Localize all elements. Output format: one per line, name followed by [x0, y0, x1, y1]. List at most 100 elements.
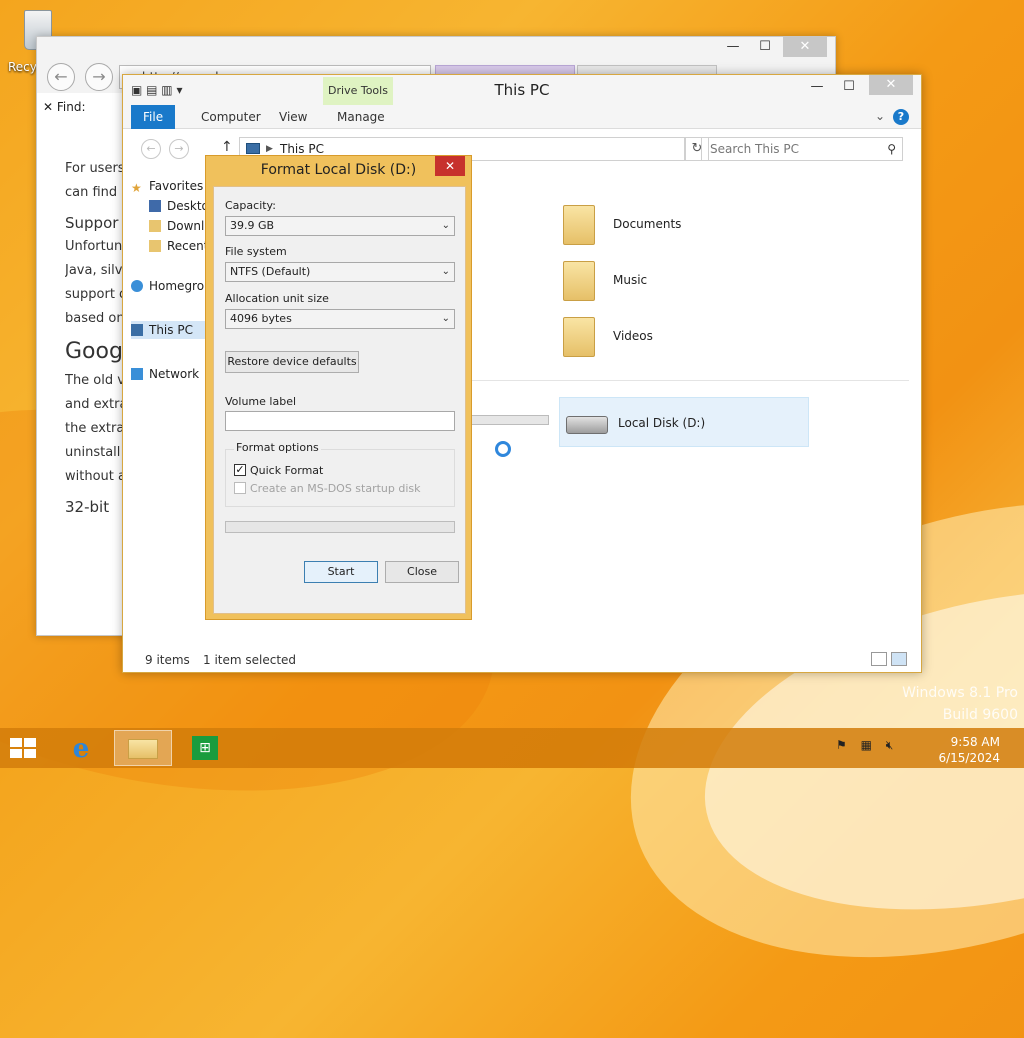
- dialog-titlebar: Format Local Disk (D:) ✕: [206, 156, 471, 184]
- format-progress-bar: [225, 521, 455, 533]
- windows-logo-icon: [10, 749, 22, 758]
- status-item-count: 9 items: [145, 653, 190, 667]
- tab-manage[interactable]: Manage: [325, 105, 397, 129]
- format-dialog[interactable]: Format Local Disk (D:) ✕ Capacity: 39.9 …: [205, 155, 472, 620]
- msdos-startup-checkbox[interactable]: [234, 482, 246, 494]
- system-tray: ⚑ ▦ 🔇︎: [836, 738, 916, 758]
- capacity-label: Capacity:: [225, 199, 276, 212]
- music-folder-icon: [563, 261, 595, 301]
- taskbar-file-explorer[interactable]: [114, 730, 172, 766]
- watermark-edition: Windows 8.1 Pro: [902, 685, 1018, 701]
- folder-videos[interactable]: Videos: [563, 313, 763, 363]
- network-icon: [131, 368, 143, 380]
- nav-label: This PC: [149, 323, 193, 337]
- back-button[interactable]: ←: [141, 139, 161, 159]
- ie-back-button[interactable]: ←: [47, 63, 75, 91]
- ie-find-close-icon[interactable]: ✕: [43, 100, 53, 114]
- computer-icon: [246, 143, 260, 154]
- taskbar-store[interactable]: ⊞: [176, 730, 234, 766]
- capacity-select[interactable]: 39.9 GB ⌄: [225, 216, 455, 236]
- chevron-down-icon: ⌄: [441, 313, 450, 324]
- ribbon-collapse-icon[interactable]: ⌄: [875, 109, 885, 123]
- windows-watermark: Windows 8.1 Pro Build 9600: [902, 682, 1018, 726]
- folder-documents[interactable]: Documents: [563, 201, 763, 251]
- clock-date: 6/15/2024: [938, 751, 1000, 765]
- recent-places-icon: [149, 240, 161, 252]
- ie-maximize-button[interactable]: ☐: [751, 37, 779, 57]
- clock-time: 9:58 AM: [950, 735, 1000, 749]
- volume-label-input[interactable]: [225, 411, 455, 431]
- taskbar: e ⊞ ⚑ ▦ 🔇︎ 9:58 AM 6/15/2024: [0, 728, 1024, 768]
- nav-item-favorites[interactable]: ★ Favorites: [131, 177, 211, 195]
- search-input[interactable]: Search This PC ⚲: [701, 137, 903, 161]
- ie-find-bar[interactable]: ✕ Find:: [43, 95, 123, 119]
- network-icon[interactable]: ▦: [861, 738, 872, 752]
- folder-name: Videos: [613, 329, 653, 343]
- clock[interactable]: 9:58 AM 6/15/2024: [938, 734, 1000, 766]
- homegroup-icon: [131, 280, 143, 292]
- explorer-titlebar: ▣ ▤ ▥ ▾ Drive Tools This PC — ☐ ✕: [123, 75, 921, 105]
- format-options-group: Format options ✓ Quick Format Create an …: [225, 441, 455, 507]
- tab-file[interactable]: File: [131, 105, 176, 129]
- videos-folder-icon: [563, 317, 595, 357]
- details-view-icon[interactable]: [871, 652, 887, 666]
- close-button[interactable]: Close: [385, 561, 459, 583]
- chevron-down-icon: ⌄: [441, 220, 450, 231]
- nav-item-homegroup[interactable]: Homegroup: [131, 277, 211, 295]
- star-icon: ★: [131, 181, 142, 195]
- store-icon: ⊞: [192, 736, 218, 760]
- quick-format-checkbox[interactable]: ✓: [234, 464, 246, 476]
- computer-icon: [131, 324, 143, 336]
- close-button[interactable]: ✕: [869, 75, 913, 95]
- maximize-button[interactable]: ☐: [835, 77, 863, 99]
- quick-format-label: Quick Format: [250, 464, 324, 477]
- drive-capacity-bar: [469, 415, 549, 425]
- start-button[interactable]: [10, 738, 38, 760]
- volume-label-label: Volume label: [225, 395, 297, 408]
- forward-button[interactable]: →: [169, 139, 189, 159]
- nav-label: Network: [149, 367, 200, 381]
- dialog-title: Format Local Disk (D:): [260, 162, 417, 178]
- up-arrow-icon[interactable]: ↑: [221, 139, 233, 155]
- watermark-build: Build 9600: [942, 707, 1018, 723]
- file-explorer-icon: [128, 739, 158, 759]
- drive-local-disk-d[interactable]: Local Disk (D:): [559, 397, 809, 447]
- hard-drive-icon: [566, 416, 608, 434]
- action-center-flag-icon[interactable]: ⚑: [836, 738, 847, 752]
- folder-name: Documents: [613, 217, 682, 231]
- taskbar-internet-explorer[interactable]: e: [52, 730, 110, 766]
- format-options-label: Format options: [234, 441, 321, 454]
- allocation-unit-value: 4096 bytes: [230, 312, 292, 325]
- ie-close-button[interactable]: ✕: [783, 37, 827, 57]
- capacity-value: 39.9 GB: [230, 219, 275, 232]
- nav-item-network[interactable]: Network: [131, 365, 211, 383]
- ie-forward-button[interactable]: →: [85, 63, 113, 91]
- search-icon[interactable]: ⚲: [887, 138, 896, 160]
- allocation-unit-label: Allocation unit size: [225, 292, 329, 305]
- large-icons-view-icon[interactable]: [891, 652, 907, 666]
- ribbon-tabs: File Computer View Manage ⌄ ?: [123, 105, 921, 129]
- allocation-unit-select[interactable]: 4096 bytes ⌄: [225, 309, 455, 329]
- nav-item-this-pc[interactable]: This PC: [131, 321, 211, 339]
- documents-folder-icon: [563, 205, 595, 245]
- address-text: This PC: [280, 142, 324, 156]
- tab-computer[interactable]: Computer: [189, 105, 273, 129]
- ie-minimize-button[interactable]: —: [719, 37, 747, 57]
- busy-spinner-icon: [495, 441, 511, 457]
- start-button[interactable]: Start: [304, 561, 378, 583]
- dialog-close-button[interactable]: ✕: [435, 156, 465, 176]
- msdos-startup-label: Create an MS-DOS startup disk: [250, 482, 421, 495]
- ie-find-label: Find:: [56, 100, 86, 114]
- desktop-icon: [149, 200, 161, 212]
- internet-explorer-icon: e: [72, 734, 90, 764]
- minimize-button[interactable]: —: [803, 77, 831, 99]
- downloads-icon: [149, 220, 161, 232]
- restore-defaults-button[interactable]: Restore device defaults: [225, 351, 359, 373]
- help-icon[interactable]: ?: [893, 109, 909, 125]
- folder-name: Music: [613, 273, 648, 287]
- chevron-down-icon: ⌄: [441, 266, 450, 277]
- tab-view[interactable]: View: [267, 105, 319, 129]
- volume-muted-icon[interactable]: 🔇︎: [886, 738, 894, 752]
- folder-music[interactable]: Music: [563, 257, 763, 307]
- file-system-select[interactable]: NTFS (Default) ⌄: [225, 262, 455, 282]
